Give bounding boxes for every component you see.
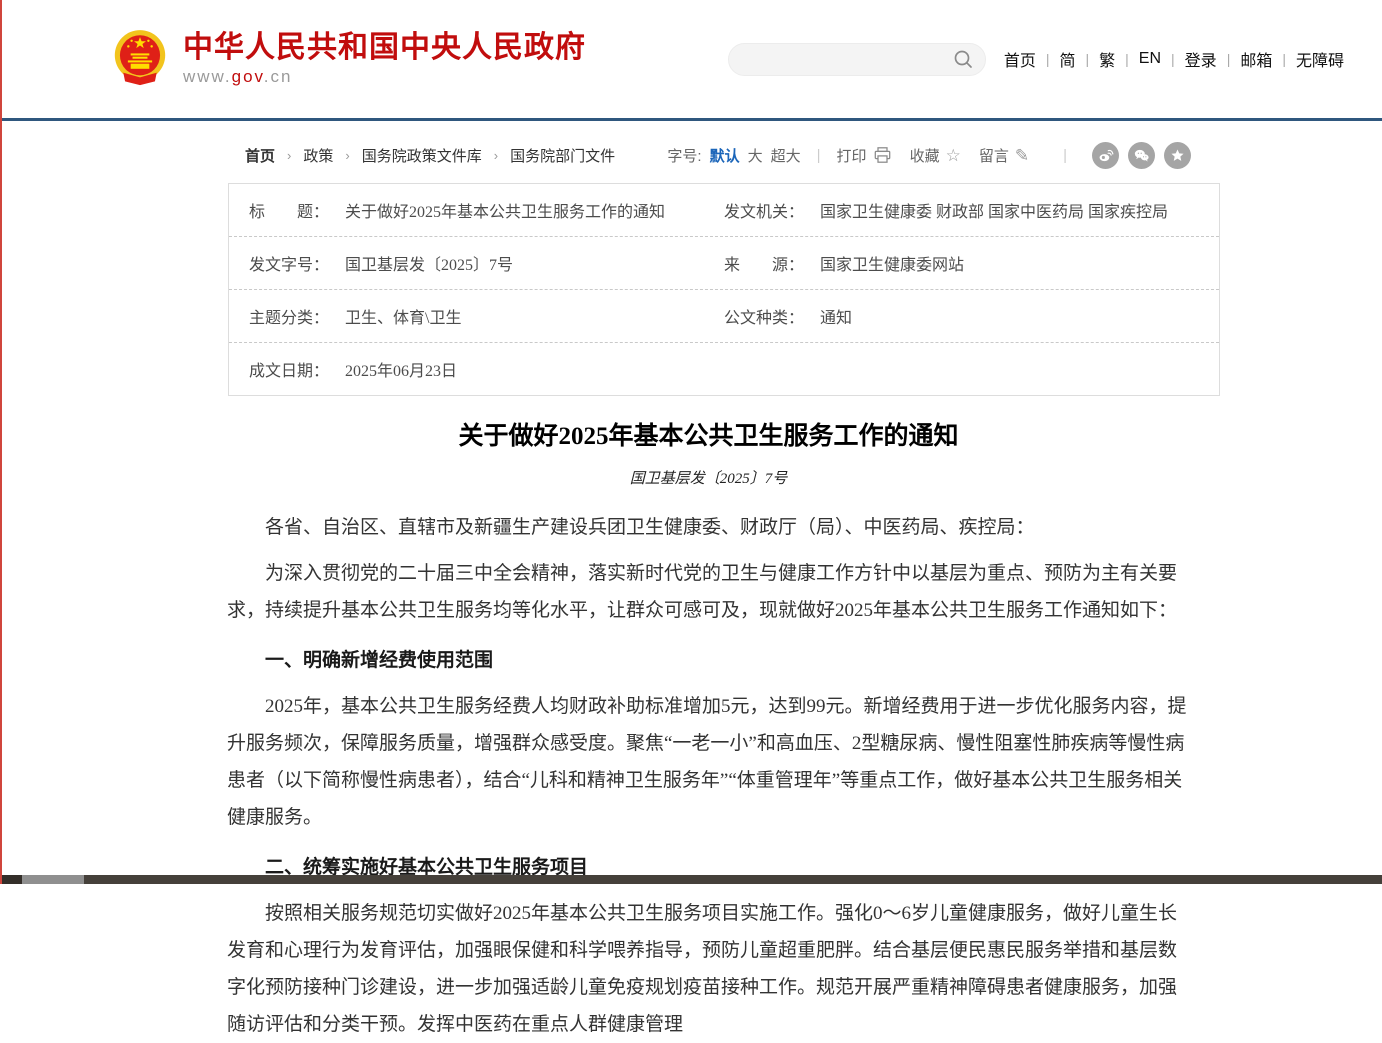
window-left-red-edge [0, 0, 2, 884]
top-nav: 首页 | 简 | 繁 | EN | 登录 | 邮箱 | 无障碍 [1003, 47, 1345, 71]
meta-row-date: 成文日期： 2025年06月23日 [229, 343, 1219, 395]
nav-accessibility[interactable]: 无障碍 [1295, 47, 1345, 71]
meta-value-issuing-agency: 国家卫生健康委 财政部 国家中医药局 国家疾控局 [820, 198, 1168, 222]
weibo-share-icon[interactable] [1092, 142, 1119, 169]
meta-row-title-agency: 标 题： 关于做好2025年基本公共卫生服务工作的通知 发文机关： 国家卫生健康… [229, 184, 1219, 237]
nav-separator: | [1125, 51, 1129, 67]
footer-bar-dark-segment [0, 875, 22, 884]
search-box[interactable] [728, 43, 986, 76]
breadcrumb-policy-library[interactable]: 国务院政策文件库 [362, 145, 482, 166]
national-emblem-icon [112, 28, 168, 90]
meta-label-doc-number: 发文字号： [249, 251, 345, 275]
meta-value-doc-type: 通知 [820, 304, 852, 328]
font-size-default[interactable]: 默认 [710, 145, 740, 166]
nav-separator: | [1046, 51, 1050, 67]
qzone-star-share-icon[interactable] [1164, 142, 1191, 169]
meta-label-issuing-agency: 发文机关： [724, 198, 820, 222]
meta-label-written-date: 成文日期： [249, 357, 345, 381]
meta-value-topic-category: 卫生、体育\卫生 [345, 304, 461, 328]
search-input[interactable] [741, 43, 953, 76]
breadcrumb-toolbar-row: 首页 › 政策 › 国务院政策文件库 › 国务院部门文件 字号: 默认 大 超大… [191, 142, 1191, 168]
font-size-large[interactable]: 大 [748, 145, 763, 166]
meta-label-topic-category: 主题分类： [249, 304, 345, 328]
breadcrumb-policy[interactable]: 政策 [303, 145, 333, 166]
footer-bar-light-segment [22, 875, 84, 884]
meta-label-source: 来 源： [724, 251, 820, 275]
font-size-xlarge[interactable]: 超大 [771, 145, 801, 166]
article-paragraph-2: 按照相关服务规范切实做好2025年基本公共卫生服务项目实施工作。强化0～6岁儿童… [227, 895, 1190, 1043]
toolbar-separator: | [817, 147, 821, 164]
site-identity: 中华人民共和国中央人民政府 www.gov.cn [183, 31, 586, 87]
site-url: www.gov.cn [183, 67, 586, 87]
article-doc-number: 国卫基层发〔2025〕7号 [227, 467, 1190, 488]
nav-separator: | [1171, 51, 1175, 67]
pencil-icon: ✎ [1015, 147, 1029, 164]
gov-home-link[interactable]: 中华人民共和国中央人民政府 www.gov.cn [112, 28, 586, 90]
printer-icon [873, 146, 892, 164]
search-icon[interactable] [953, 49, 973, 69]
meta-label-doc-type: 公文种类： [724, 304, 820, 328]
nav-separator: | [1086, 51, 1090, 67]
article-intro-paragraph: 为深入贯彻党的二十届三中全会精神，落实新时代党的卫生与健康工作方针中以基层为重点… [227, 555, 1190, 629]
meta-value-written-date: 2025年06月23日 [345, 357, 457, 381]
nav-mail[interactable]: 邮箱 [1239, 47, 1273, 71]
print-button[interactable]: 打印 [837, 145, 892, 166]
font-size-label: 字号: [667, 145, 701, 166]
meta-row-category-type: 主题分类： 卫生、体育\卫生 公文种类： 通知 [229, 290, 1219, 343]
comment-button[interactable]: 留言 ✎ [979, 145, 1029, 166]
favorite-button[interactable]: 收藏 ☆ [910, 145, 961, 166]
breadcrumb-separator: › [494, 148, 498, 163]
star-outline-icon: ☆ [946, 147, 961, 164]
breadcrumb-home[interactable]: 首页 [245, 145, 275, 166]
wechat-share-icon[interactable] [1128, 142, 1155, 169]
article-title: 关于做好2025年基本公共卫生服务工作的通知 [227, 421, 1190, 454]
breadcrumb-department-docs: 国务院部门文件 [510, 145, 615, 166]
document-meta-table: 标 题： 关于做好2025年基本公共卫生服务工作的通知 发文机关： 国家卫生健康… [228, 183, 1220, 396]
article-body: 关于做好2025年基本公共卫生服务工作的通知 国卫基层发〔2025〕7号 各省、… [227, 421, 1190, 1043]
meta-value-title: 关于做好2025年基本公共卫生服务工作的通知 [345, 198, 665, 222]
article-paragraph-1: 2025年，基本公共卫生服务经费人均财政补助标准增加5元，达到99元。新增经费用… [227, 688, 1190, 836]
meta-label-title: 标 题： [249, 198, 345, 222]
meta-value-doc-number: 国卫基层发〔2025〕7号 [345, 251, 513, 275]
meta-row-docno-source: 发文字号： 国卫基层发〔2025〕7号 来 源： 国家卫生健康委网站 [229, 237, 1219, 290]
site-header: 中华人民共和国中央人民政府 www.gov.cn 首页 | 简 | 繁 | EN… [0, 0, 1382, 121]
nav-login[interactable]: 登录 [1184, 47, 1218, 71]
nav-home[interactable]: 首页 [1003, 47, 1037, 71]
article-salutation: 各省、自治区、直辖市及新疆生产建设兵团卫生健康委、财政厅（局）、中医药局、疾控局… [227, 509, 1190, 546]
nav-separator: | [1227, 51, 1231, 67]
nav-english[interactable]: EN [1138, 50, 1162, 68]
nav-simplified[interactable]: 简 [1058, 47, 1076, 71]
footer-top-bar [0, 875, 1382, 884]
toolbar-separator: | [1063, 147, 1067, 164]
breadcrumb: 首页 › 政策 › 国务院政策文件库 › 国务院部门文件 [245, 145, 615, 166]
meta-value-source: 国家卫生健康委网站 [820, 251, 964, 275]
nav-traditional[interactable]: 繁 [1098, 47, 1116, 71]
site-title: 中华人民共和国中央人民政府 [183, 31, 586, 64]
article-section-heading-1: 一、明确新增经费使用范围 [227, 642, 1190, 679]
breadcrumb-separator: › [345, 148, 349, 163]
main-column: 首页 › 政策 › 国务院政策文件库 › 国务院部门文件 字号: 默认 大 超大… [191, 142, 1191, 1043]
page-toolbar: 字号: 默认 大 超大 | 打印 收藏 ☆ 留言 ✎ | [667, 142, 1191, 169]
breadcrumb-separator: › [287, 148, 291, 163]
nav-separator: | [1282, 51, 1286, 67]
